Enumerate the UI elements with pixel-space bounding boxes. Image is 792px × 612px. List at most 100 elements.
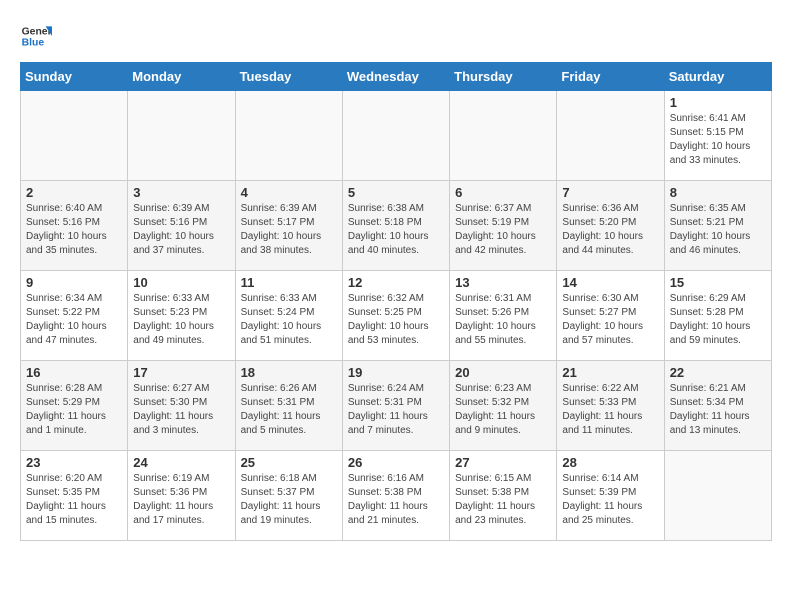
calendar-week-row: 16Sunrise: 6:28 AM Sunset: 5:29 PM Dayli… bbox=[21, 361, 772, 451]
day-number: 25 bbox=[241, 455, 337, 470]
weekday-header-row: SundayMondayTuesdayWednesdayThursdayFrid… bbox=[21, 63, 772, 91]
calendar-cell: 24Sunrise: 6:19 AM Sunset: 5:36 PM Dayli… bbox=[128, 451, 235, 541]
day-info: Sunrise: 6:36 AM Sunset: 5:20 PM Dayligh… bbox=[562, 202, 658, 258]
day-info: Sunrise: 6:23 AM Sunset: 5:32 PM Dayligh… bbox=[455, 382, 551, 438]
day-info: Sunrise: 6:15 AM Sunset: 5:38 PM Dayligh… bbox=[455, 472, 551, 528]
day-info: Sunrise: 6:24 AM Sunset: 5:31 PM Dayligh… bbox=[348, 382, 444, 438]
calendar-cell: 27 Sunrise: 6:15 AM Sunset: 5:38 PM Dayli… bbox=[450, 451, 557, 541]
calendar-cell: 23 Sunrise: 6:20 AM Sunset: 5:35 PM Dayli… bbox=[21, 451, 128, 541]
calendar-cell: 11 Sunrise: 6:33 AM Sunset: 5:24 PM Dayli… bbox=[235, 271, 342, 361]
weekday-header-monday: Monday bbox=[128, 63, 235, 91]
calendar-cell: 25 Sunrise: 6:18 AM Sunset: 5:37 PM Dayli… bbox=[235, 451, 342, 541]
day-info: Sunrise: 6:32 AM Sunset: 5:25 PM Dayligh… bbox=[348, 292, 444, 348]
calendar-cell bbox=[128, 91, 235, 181]
weekday-header-sunday: Sunday bbox=[21, 63, 128, 91]
calendar-cell bbox=[235, 91, 342, 181]
day-info: Sunrise: 6:38 AM Sunset: 5:18 PM Dayligh… bbox=[348, 202, 444, 258]
day-info: Sunrise: 6:26 AM Sunset: 5:31 PM Dayligh… bbox=[241, 382, 337, 438]
day-number: 7 bbox=[562, 185, 658, 200]
calendar-cell: 14 Sunrise: 6:30 AM Sunset: 5:27 PM Dayli… bbox=[557, 271, 664, 361]
calendar-cell bbox=[450, 91, 557, 181]
calendar-table: SundayMondayTuesdayWednesdayThursdayFrid… bbox=[20, 62, 772, 541]
day-info: Sunrise: 6:40 AM Sunset: 5:16 PM Dayligh… bbox=[26, 202, 122, 258]
day-number: 8 bbox=[670, 185, 766, 200]
day-number: 28 bbox=[562, 455, 658, 470]
calendar-cell: 17Sunrise: 6:27 AM Sunset: 5:30 PM Dayli… bbox=[128, 361, 235, 451]
calendar-cell: 13 Sunrise: 6:31 AM Sunset: 5:26 PM Dayli… bbox=[450, 271, 557, 361]
weekday-header-thursday: Thursday bbox=[450, 63, 557, 91]
calendar-cell bbox=[342, 91, 449, 181]
calendar-week-row: 9 Sunrise: 6:34 AM Sunset: 5:22 PM Daylig… bbox=[21, 271, 772, 361]
day-info: Sunrise: 6:14 AM Sunset: 5:39 PM Dayligh… bbox=[562, 472, 658, 528]
calendar-cell: 5 Sunrise: 6:38 AM Sunset: 5:18 PM Daylig… bbox=[342, 181, 449, 271]
day-info: Sunrise: 6:37 AM Sunset: 5:19 PM Dayligh… bbox=[455, 202, 551, 258]
day-number: 22 bbox=[670, 365, 766, 380]
day-number: 5 bbox=[348, 185, 444, 200]
day-number: 18 bbox=[241, 365, 337, 380]
calendar-cell: 8 Sunrise: 6:35 AM Sunset: 5:21 PM Daylig… bbox=[664, 181, 771, 271]
calendar-cell: 3 Sunrise: 6:39 AM Sunset: 5:16 PM Daylig… bbox=[128, 181, 235, 271]
calendar-cell: 21 Sunrise: 6:22 AM Sunset: 5:33 PM Dayli… bbox=[557, 361, 664, 451]
day-number: 6 bbox=[455, 185, 551, 200]
svg-text:Blue: Blue bbox=[22, 38, 45, 49]
day-info: Sunrise: 6:41 AM Sunset: 5:15 PM Dayligh… bbox=[670, 112, 766, 168]
day-info: Sunrise: 6:16 AM Sunset: 5:38 PM Dayligh… bbox=[348, 472, 444, 528]
weekday-header-wednesday: Wednesday bbox=[342, 63, 449, 91]
day-info: Sunrise: 6:31 AM Sunset: 5:26 PM Dayligh… bbox=[455, 292, 551, 348]
calendar-week-row: 2 Sunrise: 6:40 AM Sunset: 5:16 PM Daylig… bbox=[21, 181, 772, 271]
day-info: Sunrise: 6:19 AM Sunset: 5:36 PM Dayligh… bbox=[133, 472, 229, 528]
day-info: Sunrise: 6:28 AM Sunset: 5:29 PM Dayligh… bbox=[26, 382, 122, 438]
page-header: General Blue bbox=[20, 20, 772, 52]
calendar-cell: 12 Sunrise: 6:32 AM Sunset: 5:25 PM Dayli… bbox=[342, 271, 449, 361]
weekday-header-friday: Friday bbox=[557, 63, 664, 91]
day-number: 17 bbox=[133, 365, 229, 380]
day-info: Sunrise: 6:33 AM Sunset: 5:23 PM Dayligh… bbox=[133, 292, 229, 348]
day-info: Sunrise: 6:21 AM Sunset: 5:34 PM Dayligh… bbox=[670, 382, 766, 438]
weekday-header-tuesday: Tuesday bbox=[235, 63, 342, 91]
day-number: 27 bbox=[455, 455, 551, 470]
day-number: 2 bbox=[26, 185, 122, 200]
calendar-cell bbox=[664, 451, 771, 541]
day-info: Sunrise: 6:39 AM Sunset: 5:16 PM Dayligh… bbox=[133, 202, 229, 258]
day-info: Sunrise: 6:29 AM Sunset: 5:28 PM Dayligh… bbox=[670, 292, 766, 348]
day-info: Sunrise: 6:30 AM Sunset: 5:27 PM Dayligh… bbox=[562, 292, 658, 348]
day-number: 23 bbox=[26, 455, 122, 470]
calendar-cell: 28 Sunrise: 6:14 AM Sunset: 5:39 PM Dayli… bbox=[557, 451, 664, 541]
day-number: 20 bbox=[455, 365, 551, 380]
calendar-cell: 22 Sunrise: 6:21 AM Sunset: 5:34 PM Dayli… bbox=[664, 361, 771, 451]
day-number: 1 bbox=[670, 95, 766, 110]
day-info: Sunrise: 6:35 AM Sunset: 5:21 PM Dayligh… bbox=[670, 202, 766, 258]
calendar-week-row: 23 Sunrise: 6:20 AM Sunset: 5:35 PM Dayli… bbox=[21, 451, 772, 541]
logo-icon: General Blue bbox=[20, 20, 52, 52]
day-number: 19 bbox=[348, 365, 444, 380]
calendar-cell: 16Sunrise: 6:28 AM Sunset: 5:29 PM Dayli… bbox=[21, 361, 128, 451]
day-info: Sunrise: 6:18 AM Sunset: 5:37 PM Dayligh… bbox=[241, 472, 337, 528]
day-info: Sunrise: 6:33 AM Sunset: 5:24 PM Dayligh… bbox=[241, 292, 337, 348]
calendar-cell: 2 Sunrise: 6:40 AM Sunset: 5:16 PM Daylig… bbox=[21, 181, 128, 271]
calendar-cell: 10 Sunrise: 6:33 AM Sunset: 5:23 PM Dayli… bbox=[128, 271, 235, 361]
calendar-cell bbox=[21, 91, 128, 181]
day-number: 12 bbox=[348, 275, 444, 290]
logo: General Blue bbox=[20, 20, 52, 52]
calendar-cell: 19 Sunrise: 6:24 AM Sunset: 5:31 PM Dayli… bbox=[342, 361, 449, 451]
day-number: 14 bbox=[562, 275, 658, 290]
day-number: 4 bbox=[241, 185, 337, 200]
day-info: Sunrise: 6:34 AM Sunset: 5:22 PM Dayligh… bbox=[26, 292, 122, 348]
calendar-cell: 4 Sunrise: 6:39 AM Sunset: 5:17 PM Daylig… bbox=[235, 181, 342, 271]
calendar-week-row: 1 Sunrise: 6:41 AM Sunset: 5:15 PM Daylig… bbox=[21, 91, 772, 181]
day-number: 3 bbox=[133, 185, 229, 200]
calendar-cell: 1 Sunrise: 6:41 AM Sunset: 5:15 PM Daylig… bbox=[664, 91, 771, 181]
day-number: 15 bbox=[670, 275, 766, 290]
day-number: 9 bbox=[26, 275, 122, 290]
day-number: 21 bbox=[562, 365, 658, 380]
day-info: Sunrise: 6:20 AM Sunset: 5:35 PM Dayligh… bbox=[26, 472, 122, 528]
calendar-cell: 6 Sunrise: 6:37 AM Sunset: 5:19 PM Daylig… bbox=[450, 181, 557, 271]
day-number: 13 bbox=[455, 275, 551, 290]
calendar-cell: 9 Sunrise: 6:34 AM Sunset: 5:22 PM Daylig… bbox=[21, 271, 128, 361]
weekday-header-saturday: Saturday bbox=[664, 63, 771, 91]
day-info: Sunrise: 6:39 AM Sunset: 5:17 PM Dayligh… bbox=[241, 202, 337, 258]
day-info: Sunrise: 6:22 AM Sunset: 5:33 PM Dayligh… bbox=[562, 382, 658, 438]
day-number: 10 bbox=[133, 275, 229, 290]
day-number: 11 bbox=[241, 275, 337, 290]
calendar-cell: 26Sunrise: 6:16 AM Sunset: 5:38 PM Dayli… bbox=[342, 451, 449, 541]
